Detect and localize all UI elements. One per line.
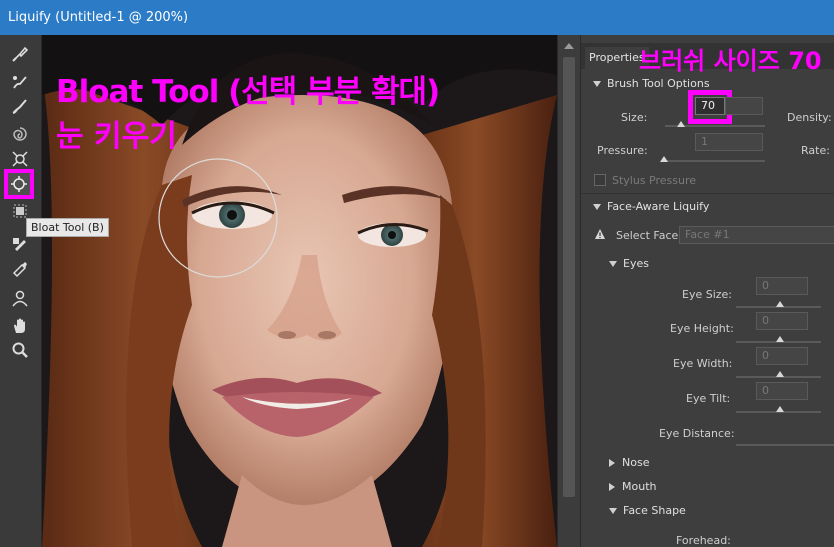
- eye-height-input[interactable]: 0: [756, 312, 808, 330]
- pressure-label: Pressure:: [597, 144, 648, 157]
- pucker-tool-icon[interactable]: [9, 148, 31, 170]
- window-title: Liquify (Untitled-1 @ 200%): [8, 10, 189, 25]
- stylus-pressure-label: Stylus Pressure: [612, 174, 697, 187]
- eye-size-label: Eye Size:: [682, 288, 733, 301]
- size-slider-knob[interactable]: [677, 121, 685, 127]
- eye-size-input[interactable]: 0: [756, 277, 808, 295]
- zoom-tool-icon[interactable]: [9, 339, 31, 361]
- reconstruct-tool-icon[interactable]: [9, 71, 31, 93]
- hand-tool-icon[interactable]: [9, 315, 31, 337]
- section-divider: [581, 193, 834, 194]
- forward-warp-tool-icon[interactable]: [9, 43, 31, 65]
- tools-toolbar: [0, 35, 42, 547]
- forehead-label: Forehead:: [676, 534, 731, 547]
- image-canvas[interactable]: Bloat Tool (선택 부분 확대) 눈 키우기: [42, 35, 557, 547]
- bloat-tool-icon[interactable]: [4, 169, 34, 199]
- face-shape-section-header[interactable]: Face Shape: [609, 504, 686, 517]
- pressure-slider[interactable]: [661, 160, 765, 162]
- expand-triangle-icon: [593, 81, 601, 87]
- eye-tilt-input[interactable]: 0: [756, 382, 808, 400]
- eye-tilt-slider-knob[interactable]: [776, 406, 784, 412]
- eye-size-slider-knob[interactable]: [776, 301, 784, 307]
- expand-triangle-icon: [609, 261, 617, 267]
- eye-width-input[interactable]: 0: [756, 347, 808, 365]
- annotation-brush-size: 브러쉬 사이즈 70: [639, 47, 822, 75]
- eye-height-slider-knob[interactable]: [776, 336, 784, 342]
- thaw-mask-tool-icon[interactable]: [9, 257, 31, 279]
- eye-width-slider-knob[interactable]: [776, 371, 784, 377]
- select-face-dropdown[interactable]: Face #1: [679, 226, 834, 244]
- scrollbar-thumb[interactable]: [563, 57, 575, 497]
- expand-triangle-icon: [593, 204, 601, 210]
- window-title-bar: Liquify (Untitled-1 @ 200%): [0, 0, 834, 35]
- twirl-clockwise-tool-icon[interactable]: [9, 123, 31, 145]
- annotation-enlarge-eyes: 눈 키우기: [56, 119, 177, 154]
- pressure-slider-knob[interactable]: [660, 156, 668, 162]
- eye-height-label: Eye Height:: [670, 322, 734, 335]
- eyes-section-header[interactable]: Eyes: [609, 257, 649, 270]
- canvas-vertical-scrollbar[interactable]: [557, 35, 580, 547]
- density-label: Density:: [787, 111, 832, 124]
- face-aware-liquify-header[interactable]: Face-Aware Liquify: [593, 200, 709, 213]
- eye-distance-slider[interactable]: [736, 444, 834, 446]
- eye-tilt-label: Eye Tilt:: [686, 392, 731, 405]
- pressure-input[interactable]: 1: [695, 133, 763, 151]
- size-label: Size:: [621, 111, 648, 124]
- eye-width-label: Eye Width:: [673, 357, 733, 370]
- tool-tooltip: Bloat Tool (B): [26, 218, 109, 237]
- scroll-up-arrow-icon[interactable]: [564, 43, 574, 49]
- expand-triangle-icon: [609, 508, 617, 514]
- stylus-pressure-checkbox[interactable]: [594, 174, 606, 186]
- eye-distance-label: Eye Distance:: [659, 427, 735, 440]
- rate-label: Rate:: [801, 144, 830, 157]
- select-face-label: Select Face:: [616, 229, 683, 242]
- annotation-bloat-tool: Bloat Tool (선택 부분 확대): [56, 74, 440, 110]
- nose-section-header[interactable]: Nose: [609, 456, 649, 469]
- size-input-extension: [725, 97, 763, 115]
- face-tool-icon[interactable]: [9, 287, 31, 309]
- size-input[interactable]: 70: [695, 97, 725, 115]
- brush-tool-options-header[interactable]: Brush Tool Options: [593, 77, 710, 90]
- collapsed-triangle-icon: [609, 459, 615, 467]
- warning-icon: [594, 228, 606, 243]
- properties-panel: Properties 브러쉬 사이즈 70 Brush Tool Options…: [580, 35, 834, 547]
- mouth-section-header[interactable]: Mouth: [609, 480, 656, 493]
- collapsed-triangle-icon: [609, 483, 615, 491]
- smooth-tool-icon[interactable]: [9, 95, 31, 117]
